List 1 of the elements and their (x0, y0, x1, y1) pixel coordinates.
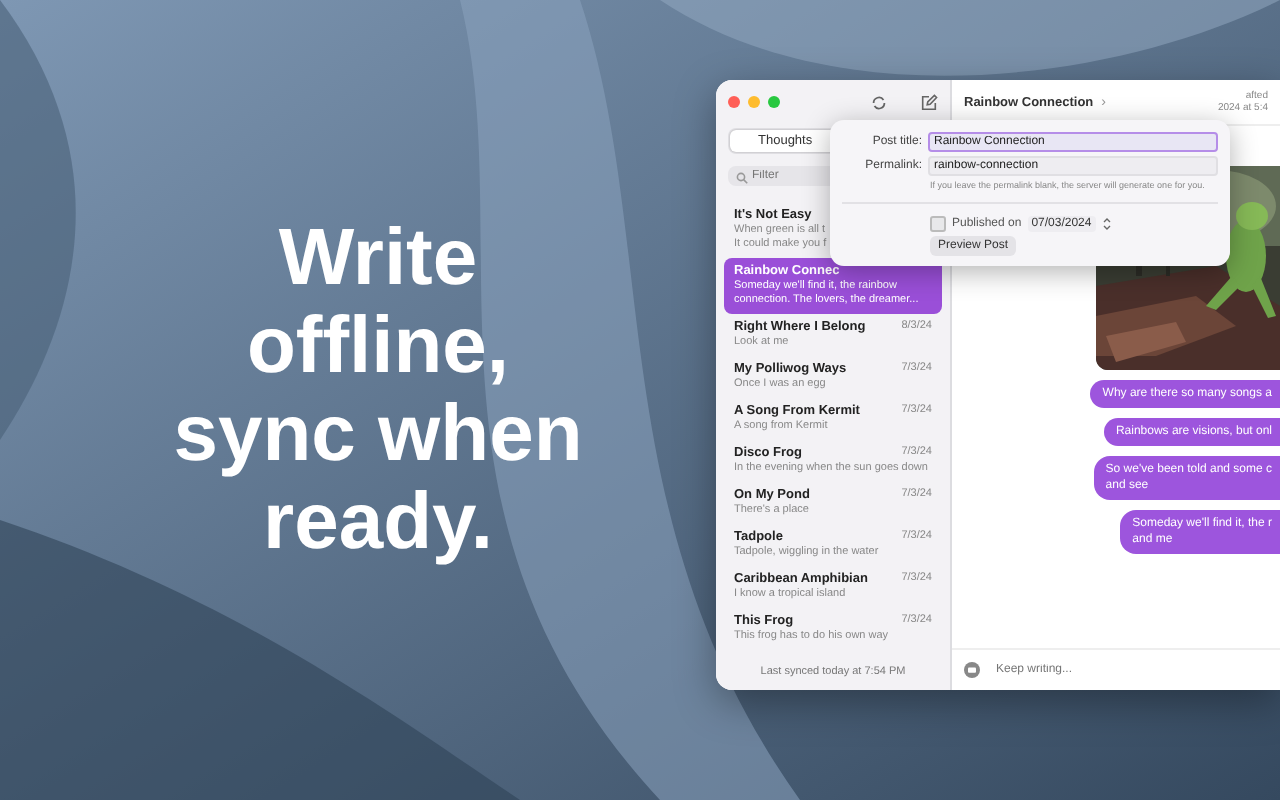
headline: Write offline, sync when ready. (173, 214, 583, 566)
